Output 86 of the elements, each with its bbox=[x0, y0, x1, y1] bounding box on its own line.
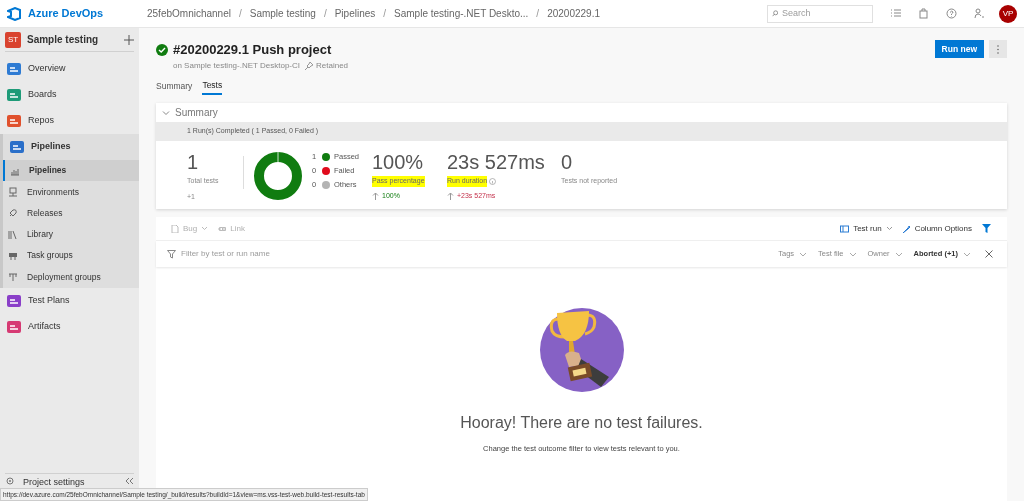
more-button[interactable] bbox=[989, 40, 1007, 58]
breadcrumb-separator: / bbox=[323, 7, 327, 21]
settings-link[interactable]: Project settings bbox=[23, 476, 124, 490]
pipelines-icon bbox=[10, 140, 24, 154]
repos-icon bbox=[7, 114, 21, 128]
plus-icon bbox=[124, 34, 134, 45]
nav-subitem[interactable]: Task groups bbox=[3, 245, 139, 267]
up-arrow-icon bbox=[372, 191, 379, 200]
nav-subitem[interactable]: Library bbox=[3, 223, 139, 246]
chevron-down-icon bbox=[894, 251, 903, 257]
toolbar-button[interactable]: Column Options bbox=[901, 222, 972, 235]
user-settings-button[interactable] bbox=[973, 7, 985, 20]
gear-icon bbox=[5, 476, 15, 486]
nav-item[interactable]: Pipelines bbox=[3, 134, 139, 160]
filter-icon bbox=[167, 249, 176, 259]
close-icon bbox=[985, 250, 993, 258]
tab[interactable]: Summary bbox=[156, 78, 193, 95]
nav-subitem[interactable]: Environments bbox=[3, 181, 139, 203]
list-icon bbox=[889, 8, 901, 19]
chevron-down-icon bbox=[963, 251, 971, 257]
chevron-down-icon bbox=[162, 108, 170, 117]
filter-icon bbox=[982, 224, 991, 233]
nav-item[interactable]: Repos bbox=[0, 108, 139, 134]
breadcrumb-link[interactable]: Sample testing bbox=[249, 6, 316, 21]
breadcrumb-separator: / bbox=[238, 7, 242, 21]
nav-subitem[interactable]: Pipelines bbox=[3, 160, 139, 182]
product-name[interactable]: Azure DevOps bbox=[28, 5, 147, 22]
breadcrumb-link[interactable]: Sample testing-.NET Deskto... bbox=[394, 6, 529, 21]
nav-item[interactable]: Artifacts bbox=[0, 313, 139, 340]
table-icon bbox=[840, 224, 850, 233]
chevron-down-icon bbox=[848, 251, 857, 257]
total-count: 1 bbox=[187, 151, 200, 173]
search-box[interactable]: Search bbox=[767, 4, 873, 23]
monitor-icon bbox=[8, 186, 18, 197]
run-new-button[interactable]: Run new bbox=[934, 40, 984, 58]
bag-button[interactable] bbox=[917, 7, 929, 20]
empty-state-title: Hooray! There are no test failures. bbox=[460, 413, 703, 433]
pipeline-subtitle: on Sample testing-.NET Desktop-CI bbox=[173, 59, 300, 72]
nav-subitem[interactable]: Deployment groups bbox=[3, 266, 139, 288]
metric-value: 100% bbox=[372, 151, 425, 173]
nav-item[interactable]: Boards bbox=[0, 82, 139, 108]
chevron-down-icon bbox=[885, 226, 893, 231]
collapse-icon bbox=[124, 476, 134, 486]
project-badge: ST bbox=[5, 31, 21, 48]
books-icon bbox=[8, 229, 18, 240]
tab[interactable]: Tests bbox=[202, 78, 223, 95]
user-avatar[interactable]: VP bbox=[999, 4, 1017, 23]
pencil-icon bbox=[901, 224, 911, 233]
metric-value: 0 bbox=[561, 151, 574, 173]
retained-label: Retained bbox=[316, 59, 349, 72]
nav-item[interactable]: Test Plans bbox=[0, 287, 139, 314]
up-arrow-icon bbox=[447, 191, 454, 200]
pin-icon bbox=[305, 61, 313, 70]
nav-subitem[interactable]: Releases bbox=[3, 202, 139, 224]
donut-chart-drawing bbox=[253, 151, 303, 201]
project-name[interactable]: Sample testing bbox=[27, 32, 124, 47]
breadcrumb-separator: / bbox=[383, 7, 387, 21]
build-title: #20200229.1 Push project bbox=[173, 41, 332, 59]
filter-field[interactable]: Filter by test or run name bbox=[181, 248, 381, 260]
bag-icon bbox=[917, 8, 929, 19]
breadcrumb-link[interactable]: 25febOmnichannel bbox=[147, 6, 231, 21]
summary-toggle[interactable]: Summary bbox=[156, 103, 1007, 122]
artifacts-icon bbox=[7, 319, 21, 334]
breadcrumb-separator: / bbox=[536, 7, 540, 21]
metric-value: 23s 527ms bbox=[447, 151, 546, 173]
help-icon bbox=[945, 8, 957, 19]
logo-icon bbox=[7, 6, 21, 21]
list-button[interactable] bbox=[889, 7, 901, 20]
user-settings-icon bbox=[973, 8, 985, 19]
nav-item[interactable]: Overview bbox=[0, 56, 139, 82]
success-check-icon bbox=[156, 43, 168, 56]
chevron-down-icon bbox=[799, 251, 808, 257]
close-button[interactable] bbox=[985, 250, 993, 258]
link-icon bbox=[218, 224, 227, 233]
overview-icon bbox=[7, 62, 21, 76]
search-field[interactable]: Search bbox=[782, 6, 868, 21]
document-icon bbox=[171, 224, 179, 233]
breadcrumb-link[interactable]: 20200229.1 bbox=[547, 6, 600, 21]
breadcrumb-link[interactable]: Pipelines bbox=[334, 6, 376, 21]
toolbar-button[interactable]: Test run bbox=[840, 222, 893, 235]
help-button[interactable] bbox=[945, 7, 957, 20]
search-icon bbox=[772, 9, 778, 18]
chevron-down-icon bbox=[201, 226, 209, 231]
filter-button[interactable] bbox=[982, 223, 992, 234]
boards-icon bbox=[7, 88, 21, 102]
panel-icon bbox=[8, 250, 18, 261]
